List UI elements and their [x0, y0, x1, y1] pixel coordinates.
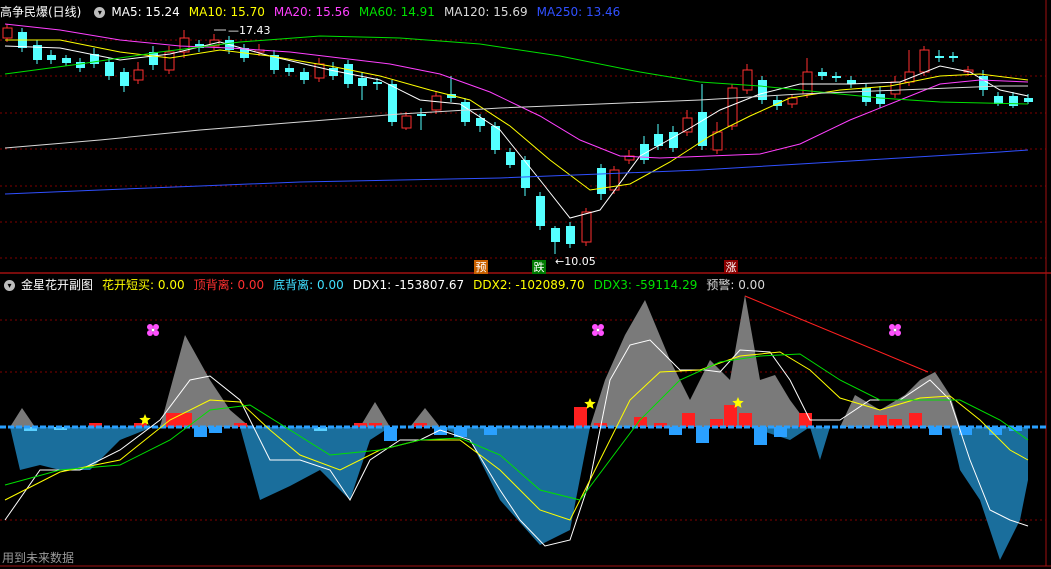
indicator-bar: [682, 413, 695, 427]
candle-body: [105, 62, 114, 76]
candle-body: [712, 131, 723, 151]
candle-body: [758, 80, 767, 100]
candle-body: [329, 68, 338, 76]
candle-body: [935, 56, 944, 58]
indicator-bar: [724, 405, 737, 427]
candle-body: [566, 226, 575, 244]
chart-title: 高争民爆(日线): [0, 5, 82, 19]
indicator-bar: [696, 427, 709, 443]
candle-body: [431, 95, 442, 111]
main-legend: 高争民爆(日线) ▾ MA5: 15.24 MA10: 15.70 MA20: …: [0, 4, 629, 20]
ddx-blue-area: [10, 427, 1028, 560]
candle-body: [506, 152, 515, 165]
candle-body: [300, 72, 309, 80]
candle-body: [120, 72, 129, 86]
legend-ma20: MA20: 15.56: [273, 5, 350, 19]
candle-body: [862, 88, 871, 102]
sub-legend: ▾ 金星花开副图 花开短买: 0.00 顶背离: 0.00 底背离: 0.00 …: [0, 277, 774, 293]
candle-body: [388, 84, 397, 122]
candle-body: [949, 56, 958, 58]
legend-ma250: MA250: 13.46: [536, 5, 621, 19]
candle-body: [133, 69, 144, 81]
legend-ddx2: DDX2: -102089.70: [473, 278, 585, 292]
sub-title: 金星花开副图: [21, 278, 94, 292]
candle-body: [62, 58, 71, 63]
ma5-line: [4, 41, 1029, 219]
candle-body: [2, 27, 13, 39]
high-label: —17.43: [228, 24, 271, 37]
candle-body: [919, 49, 930, 73]
ma60-line: [4, 35, 1029, 105]
indicator-bar: [166, 413, 179, 427]
indicator-bar: [874, 415, 887, 427]
candle-body: [401, 115, 412, 129]
candle-body: [47, 55, 56, 60]
ma10-line: [5, 39, 1029, 191]
legend-dingbeili: 顶背离: 0.00: [193, 278, 265, 292]
ma120-line: [4, 85, 1028, 149]
legend-ddx3: DDX3: -59114.29: [593, 278, 698, 292]
sub-indicator-panel[interactable]: [0, 295, 1051, 567]
candle-body: [551, 228, 560, 242]
settings-icon[interactable]: ▾: [94, 6, 106, 18]
footer-note: 用到未来数据: [2, 551, 75, 565]
flower-center: [893, 328, 897, 332]
legend-ma120: MA120: 15.69: [443, 5, 528, 19]
candle-body: [285, 68, 294, 72]
indicator-bar: [754, 427, 767, 445]
candle-body: [787, 97, 798, 105]
tag-yu: 预: [476, 261, 487, 274]
candle-body: [581, 211, 592, 243]
candle-body: [76, 62, 85, 68]
candle-body: [742, 69, 753, 91]
indicator-bar: [739, 413, 752, 427]
candle-body: [1009, 96, 1018, 106]
legend-yujing: 预警: 0.00: [706, 278, 765, 292]
candle-body: [358, 78, 367, 86]
legend-dibeili: 底背离: 0.00: [273, 278, 344, 292]
flower-center: [596, 328, 600, 332]
candle-body: [1024, 98, 1033, 102]
legend-ma10: MA10: 15.70: [188, 5, 265, 19]
legend-huakai: 花开短买: 0.00: [102, 278, 185, 292]
candle-body: [832, 76, 841, 78]
candle-body: [417, 114, 426, 116]
legend-ma5: MA5: 15.24: [111, 5, 180, 19]
indicator-bar: [384, 427, 397, 441]
ma250-line: [4, 149, 1029, 195]
legend-ma60: MA60: 14.91: [358, 5, 435, 19]
legend-ddx1: DDX1: -153807.67: [352, 278, 465, 292]
candle-body: [876, 94, 885, 104]
candle-body: [669, 132, 678, 148]
tag-die: 跌: [534, 260, 545, 274]
candle-body: [521, 160, 530, 188]
candle-body: [597, 168, 606, 194]
candle-body: [536, 196, 545, 226]
candle-body: [818, 72, 827, 76]
flower-center: [151, 328, 155, 332]
settings-icon[interactable]: ▾: [4, 279, 15, 291]
ddx-gray-area: [10, 295, 960, 427]
candle-body: [314, 63, 325, 79]
candle-body: [727, 87, 738, 127]
indicator-bar: [909, 413, 922, 427]
indicator-bar: [574, 407, 587, 427]
tag-zhang: 涨: [726, 261, 737, 274]
candle-body: [373, 82, 382, 84]
low-label: ←10.05: [555, 255, 596, 268]
